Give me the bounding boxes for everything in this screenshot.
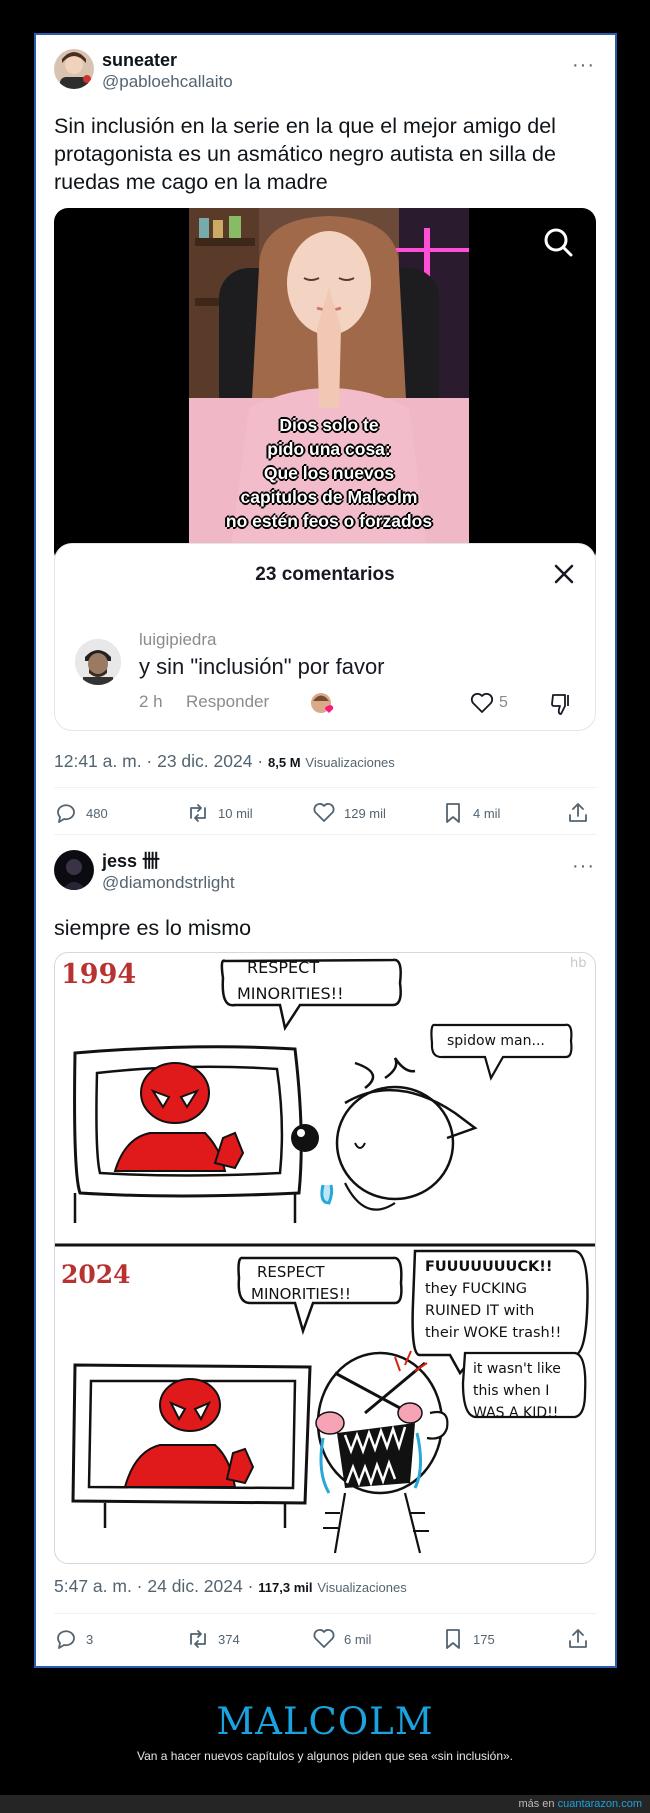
- bubble3-line: RESPECT: [257, 1263, 325, 1281]
- heart-icon: [313, 1629, 335, 1648]
- comic-year-1994: 1994: [61, 959, 136, 990]
- tweet2-more-icon[interactable]: ···: [572, 856, 595, 876]
- caption-line: Dios solo te: [279, 415, 379, 435]
- comment-like-count: 5: [499, 694, 508, 711]
- tweet2-views: 117,3 mil: [258, 1580, 313, 1595]
- bubble4-line: they FUCKING: [425, 1281, 527, 1297]
- search-icon[interactable]: [542, 226, 574, 258]
- retweet-icon: [190, 804, 206, 822]
- comment-username[interactable]: luigipiedra: [139, 630, 217, 650]
- tweet2-avatar[interactable]: [54, 850, 94, 890]
- video-frame: Dios solo te pido una cosa: Que los nuev…: [189, 208, 469, 565]
- comments-sheet: 23 comentarios luigipiedra y sin "inclus…: [54, 543, 596, 731]
- tweet1-reply-button[interactable]: 480: [54, 798, 108, 828]
- footer-site-link[interactable]: cuantarazon.com: [558, 1798, 642, 1810]
- tweet2-share-button[interactable]: [566, 1624, 590, 1654]
- tweet2-comic-image[interactable]: hb 1994 RESPECT MINORITIES!! spidow man..…: [54, 952, 596, 1564]
- tweet1-retweet-button[interactable]: 10 mil: [186, 798, 253, 828]
- tweet1-avatar[interactable]: [54, 49, 94, 89]
- bubble1-line: RESPECT: [247, 958, 319, 977]
- video-caption: Dios solo te pido una cosa: Que los nuev…: [189, 413, 469, 533]
- bubble5-line: WAS A KID!!: [473, 1405, 558, 1421]
- tweet1-header: suneater @pabloehcallaito ···: [36, 49, 615, 105]
- tweet2-reply-count: 3: [86, 1631, 94, 1647]
- heart-icon: [313, 803, 335, 822]
- tweet1-views: 8,5 M: [268, 755, 301, 770]
- comment-time: 2 h: [139, 692, 163, 711]
- heart-icon[interactable]: [470, 692, 494, 714]
- tweet1-handle[interactable]: @pabloehcallaito: [102, 71, 233, 93]
- tweet1-retweet-count: 10 mil: [218, 805, 253, 821]
- tweet1-meta: 12:41 a. m. · 23 dic. 2024 · 8,5 M Visua…: [54, 751, 395, 772]
- bookmark-icon: [446, 803, 460, 823]
- tweet1-text: Sin inclusión en la serie en la que el m…: [54, 114, 556, 194]
- retweet-icon: [190, 1630, 206, 1648]
- tweet2-like-count: 6 mil: [344, 1631, 372, 1647]
- site-footer: más en cuantarazon.com: [0, 1795, 650, 1813]
- tweet1-timestamp[interactable]: 12:41 a. m. · 23 dic. 2024 ·: [54, 751, 268, 771]
- reply-icon: [57, 804, 75, 823]
- tweet2-meta: 5:47 a. m. · 24 dic. 2024 · 117,3 mil Vi…: [54, 1576, 407, 1597]
- post-title: MALCOLM: [216, 1700, 434, 1743]
- tweet1-actions: 480 10 mil 129 mil 4 mil: [36, 798, 615, 828]
- tweet1-video[interactable]: Dios solo te pido una cosa: Que los nuev…: [54, 208, 596, 565]
- share-icon: [569, 803, 587, 822]
- bubble1-line: MINORITIES!!: [237, 984, 344, 1003]
- comment-text: y sin "inclusión" por favor: [139, 654, 385, 679]
- tweet1-display-name[interactable]: suneater: [102, 49, 233, 71]
- bubble5-line: this when I: [473, 1383, 549, 1399]
- tweet2-display-name[interactable]: jess 卌: [102, 850, 235, 872]
- caption-line: capitulos de Malcolm: [240, 487, 418, 507]
- bookmark-icon: [446, 1629, 460, 1649]
- reply-icon: [57, 1630, 75, 1649]
- bubble5-line: it wasn't like: [473, 1361, 561, 1377]
- caption-line: Que los nuevos: [263, 463, 395, 483]
- tweet2-text: siempre es lo mismo: [54, 916, 252, 940]
- tweet2-handle[interactable]: @diamondstrlight: [102, 872, 235, 894]
- tweet2-retweet-button[interactable]: 374: [186, 1624, 240, 1654]
- bubble4-line: RUINED IT with: [425, 1303, 534, 1319]
- tweet1-bookmark-button[interactable]: 4 mil: [441, 798, 500, 828]
- divider: [54, 834, 597, 835]
- tweet2-bookmark-button[interactable]: 175: [441, 1624, 495, 1654]
- tweet2-reply-button[interactable]: 3: [54, 1624, 93, 1654]
- bubble-spidow-man: spidow man...: [447, 1033, 545, 1049]
- bubble3-line: MINORITIES!!: [251, 1285, 351, 1303]
- dislike-icon[interactable]: [549, 691, 575, 717]
- bubble4-line: FUUUUUUUCK!!: [425, 1259, 552, 1275]
- bubble4-line: their WOKE trash!!: [425, 1325, 561, 1341]
- svg-text:it wasn't likethis when IWAS A: it wasn't like this when I WAS A KID!!: [473, 1361, 561, 1421]
- tweet1-more-icon[interactable]: ···: [572, 55, 595, 75]
- post-subtitle: Van a hacer nuevos capítulos y algunos p…: [136, 1749, 514, 1763]
- comments-sheet-title: 23 comentarios: [255, 564, 395, 585]
- tweet2-actions: 3 374 6 mil 175: [36, 1624, 615, 1654]
- tweet2-timestamp[interactable]: 5:47 a. m. · 24 dic. 2024 ·: [54, 1576, 258, 1596]
- caption-line: pido una cosa:: [267, 439, 391, 459]
- tweets-card: suneater @pabloehcallaito ··· Sin inclus…: [34, 33, 617, 1668]
- tweet2-retweet-count: 374: [218, 1631, 240, 1647]
- tweet1-bookmark-count: 4 mil: [473, 805, 501, 821]
- tweet1-reply-count: 480: [86, 805, 108, 821]
- creator-liked-avatar-icon: [311, 693, 334, 713]
- comic-watermark: hb: [570, 956, 587, 971]
- close-icon[interactable]: [551, 561, 577, 587]
- comment-reply-button[interactable]: Responder: [186, 692, 269, 712]
- tweet1-like-count: 129 mil: [344, 805, 386, 821]
- footer-prefix: más en: [518, 1798, 558, 1810]
- tweet1-like-button[interactable]: 129 mil: [312, 798, 386, 828]
- comment-avatar[interactable]: [75, 639, 121, 685]
- tweet2-views-label: Visualizaciones: [317, 1580, 407, 1595]
- divider: [54, 1613, 597, 1614]
- divider: [54, 787, 597, 788]
- share-icon: [569, 1629, 587, 1648]
- tweet1-share-button[interactable]: [566, 798, 590, 828]
- caption-line: no estén feos o forzados: [225, 511, 433, 531]
- tweet2-header: jess 卌 @diamondstrlight ···: [36, 850, 615, 906]
- tweet1-views-label: Visualizaciones: [305, 755, 395, 770]
- comic-year-2024: 2024: [61, 1260, 131, 1289]
- tweet2-bookmark-count: 175: [473, 1631, 495, 1647]
- tweet2-like-button[interactable]: 6 mil: [312, 1624, 371, 1654]
